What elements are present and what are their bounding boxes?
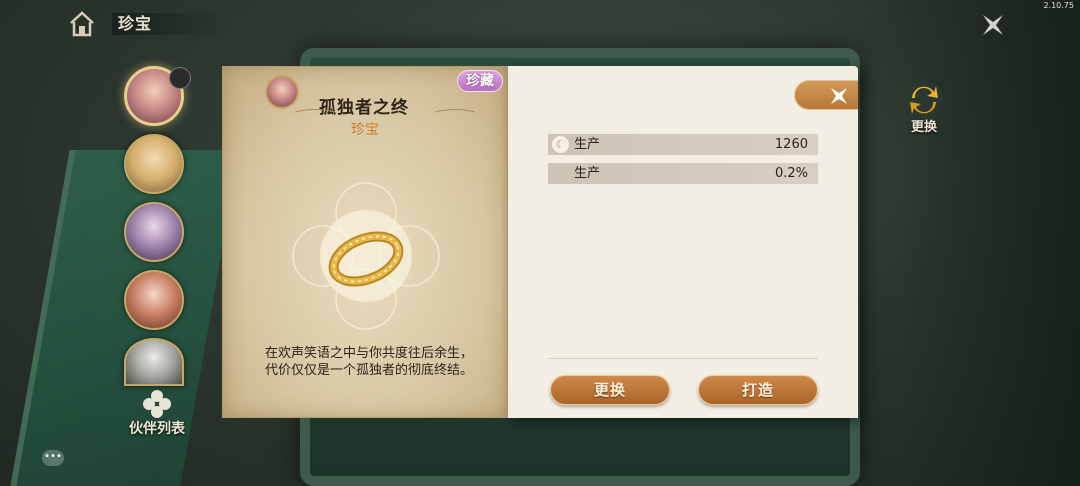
home-icon[interactable]	[68, 10, 96, 38]
close-icon	[829, 86, 849, 106]
avatar-badge	[169, 67, 191, 89]
attribute-label: 生产	[574, 166, 601, 181]
partner-avatar-3[interactable]	[124, 202, 184, 262]
owner-avatar	[265, 75, 299, 109]
side-replace-button[interactable]: 更换	[894, 78, 954, 138]
ornament-divider	[295, 109, 475, 113]
close-icon[interactable]	[980, 12, 1006, 38]
attribute-value: 1260	[774, 137, 808, 152]
chat-icon[interactable]: •••	[42, 450, 64, 466]
background-shade	[850, 0, 1080, 486]
attribute-icon: ☾	[552, 136, 569, 153]
popup-close-button[interactable]	[794, 80, 858, 110]
ring-image	[289, 179, 443, 333]
item-detail-popup: 孤独者之终 珍宝 珍藏 在欢声笑语之中与你共度往后余生，代价仅仅是一个孤独者的彻…	[222, 66, 858, 418]
partner-avatar-2[interactable]	[124, 134, 184, 194]
attribute-value: 0.2%	[774, 166, 808, 181]
version-label: 2.10.75	[1043, 1, 1074, 10]
page-title: 珍宝	[112, 13, 232, 35]
replace-button[interactable]: 更换	[550, 375, 670, 405]
divider	[548, 358, 818, 359]
top-bar: 珍宝 2.10.75	[0, 0, 1080, 48]
item-description: 在欢声笑语之中与你共度往后余生，代价仅仅是一个孤独者的彻底终结。	[265, 346, 474, 378]
partner-list-label: 伙伴列表	[129, 421, 185, 437]
partner-list	[124, 64, 191, 386]
attribute-panel	[508, 66, 858, 418]
partner-avatar-4[interactable]	[124, 270, 184, 330]
partner-list-button[interactable]: 伙伴列表	[122, 388, 192, 446]
partner-avatar-1[interactable]	[124, 66, 191, 126]
clover-icon	[140, 388, 174, 418]
attribute-label: 生产	[574, 137, 601, 152]
item-type: 珍宝	[351, 122, 379, 138]
attribute-row: 生产 0.2%	[548, 163, 818, 184]
forge-button[interactable]: 打造	[698, 375, 818, 405]
item-card: 孤独者之终 珍宝 珍藏 在欢声笑语之中与你共度往后余生，代价仅仅是一个孤独者的彻…	[222, 66, 508, 418]
partner-avatar-5[interactable]	[124, 338, 184, 386]
attribute-row: ☾ 生产 1260	[548, 134, 818, 155]
rarity-badge: 珍藏	[457, 70, 503, 92]
